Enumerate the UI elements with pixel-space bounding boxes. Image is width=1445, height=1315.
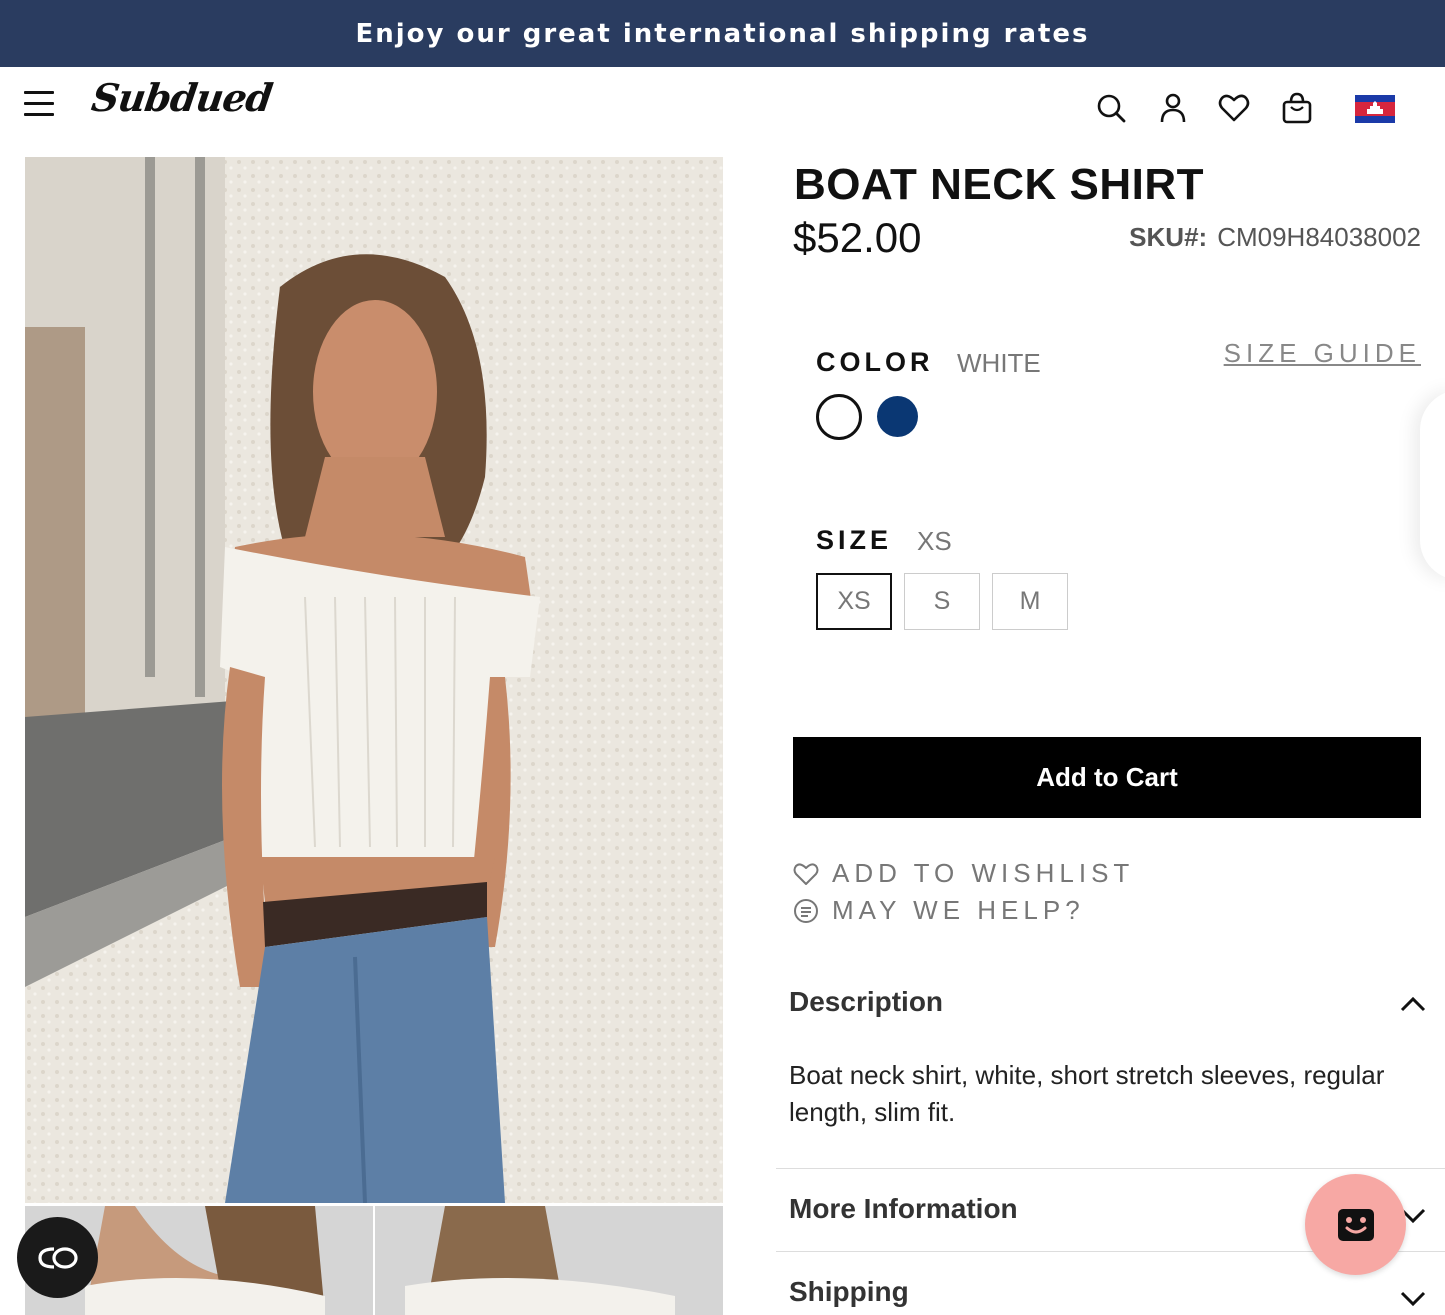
size-option-xs[interactable]: XS bbox=[816, 573, 892, 630]
chevron-down-icon[interactable] bbox=[1400, 1291, 1426, 1307]
divider bbox=[776, 1168, 1445, 1169]
color-selected-value: WHITE bbox=[957, 348, 1041, 378]
menu-icon[interactable] bbox=[24, 91, 54, 117]
size-guide-link[interactable]: SIZE GUIDE bbox=[1224, 338, 1421, 369]
may-we-help-link[interactable]: MAY WE HELP? bbox=[792, 895, 1085, 926]
description-text: Boat neck shirt, white, short stretch sl… bbox=[789, 1060, 1385, 1127]
product-price: $52.00 bbox=[793, 214, 922, 261]
chat-widget-button[interactable] bbox=[1305, 1174, 1406, 1275]
promo-banner: Enjoy our great international shipping r… bbox=[0, 0, 1445, 67]
product-sku: SKU#: CM09H84038002 bbox=[1129, 222, 1421, 253]
sku-label: SKU#: bbox=[1129, 222, 1208, 252]
add-to-wishlist-label: ADD TO WISHLIST bbox=[832, 858, 1135, 888]
logo[interactable]: Subdued bbox=[89, 75, 275, 120]
account-icon[interactable] bbox=[1156, 91, 1190, 125]
size-option-s[interactable]: S bbox=[904, 573, 980, 630]
color-swatch-navy[interactable] bbox=[877, 396, 918, 437]
site-header: Subdued bbox=[0, 67, 1445, 155]
size-option-m[interactable]: M bbox=[992, 573, 1068, 630]
add-to-wishlist-link[interactable]: ADD TO WISHLIST bbox=[792, 858, 1134, 889]
promo-banner-text: Enjoy our great international shipping r… bbox=[355, 18, 1090, 49]
size-label: SIZE bbox=[816, 525, 893, 555]
product-title: BOAT NECK SHIRT bbox=[794, 160, 1205, 209]
product-thumbnail-strip[interactable] bbox=[25, 1206, 723, 1315]
chat-bubble-icon bbox=[794, 898, 818, 923]
product-main-image[interactable] bbox=[25, 157, 723, 1203]
shipping-accordion-toggle[interactable]: Shipping bbox=[789, 1276, 909, 1308]
description-accordion-toggle[interactable]: Description bbox=[789, 986, 943, 1018]
heart-icon bbox=[793, 862, 819, 885]
more-information-accordion-toggle[interactable]: More Information bbox=[789, 1193, 1018, 1225]
wishlist-heart-icon[interactable] bbox=[1217, 91, 1251, 125]
shopping-bag-icon[interactable] bbox=[1280, 91, 1314, 125]
size-selected-value: XS bbox=[917, 526, 952, 556]
side-panel-tab[interactable] bbox=[1420, 390, 1445, 580]
cambodia-flag-icon[interactable] bbox=[1355, 95, 1395, 123]
chevron-up-icon[interactable] bbox=[1400, 996, 1426, 1012]
may-we-help-label: MAY WE HELP? bbox=[832, 895, 1085, 925]
sku-value: CM09H84038002 bbox=[1217, 222, 1421, 252]
add-to-cart-button[interactable]: Add to Cart bbox=[793, 737, 1421, 818]
co-logo-icon bbox=[37, 1246, 78, 1269]
co-widget-button[interactable] bbox=[17, 1217, 98, 1298]
color-label: COLOR bbox=[816, 347, 934, 377]
color-swatch-white[interactable] bbox=[816, 394, 862, 440]
smiley-chat-icon bbox=[1337, 1208, 1374, 1241]
search-icon[interactable] bbox=[1094, 91, 1128, 125]
